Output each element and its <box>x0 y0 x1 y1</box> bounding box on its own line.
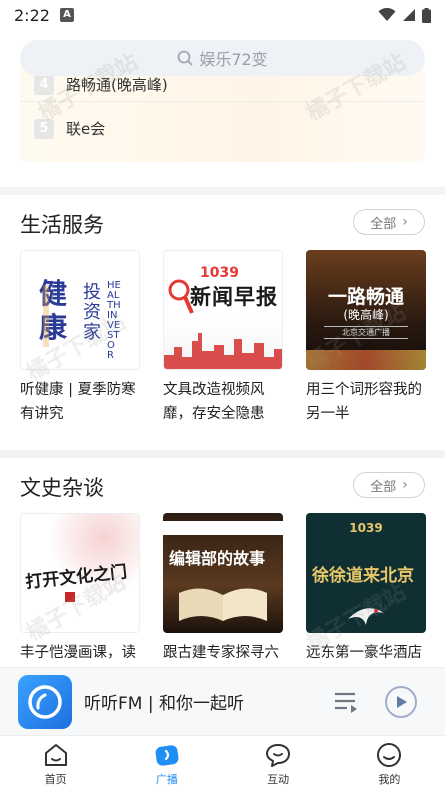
chevron-right-icon: › <box>402 214 408 230</box>
top-list-card: 4 路畅通(晚高峰) 5 联e会 <box>20 62 425 162</box>
notification-app-icon: A <box>59 8 74 22</box>
status-bar: 2:22 A <box>0 0 445 30</box>
cover-image: 1039 新闻早报 <box>163 250 283 370</box>
content-card[interactable]: 健康 投资家 HEALTH INVESTOR 听健康 | 夏季防寒有讲究 <box>20 250 140 426</box>
cover-subtext: 1039 <box>200 265 239 281</box>
city-skyline-icon <box>164 333 282 369</box>
content-card[interactable]: 1039 新闻早报 文具改造视频风靡，存安全隐患 <box>163 250 283 426</box>
cover-subtext: (晚高峰) <box>343 308 389 322</box>
cover-image: 编辑部的故事 <box>163 513 283 633</box>
cover-image: 1039 徐徐道来北京 <box>306 513 426 633</box>
more-button-label: 全部 <box>370 479 397 495</box>
cover-text: 一路畅通 <box>327 286 404 308</box>
now-playing-title: 听听FM | 和你一起听 <box>84 694 244 714</box>
list-item[interactable]: 4 路畅通(晚高峰) <box>34 74 168 95</box>
fm-logo-icon <box>28 684 62 719</box>
list-item[interactable]: 5 联e会 <box>34 118 105 139</box>
card-caption: 文具改造视频风靡，存安全隐患 <box>163 382 265 422</box>
wifi-icon <box>378 8 396 21</box>
content-card[interactable]: 编辑部的故事 跟古建专家探寻六 <box>163 513 283 669</box>
list-item-label: 路畅通(晚高峰) <box>66 76 168 94</box>
rank-badge: 4 <box>34 74 54 95</box>
cover-tag: 北京交通广播 <box>324 326 408 339</box>
chevron-right-icon: › <box>402 477 408 493</box>
cover-text: 打开文化之门 <box>24 562 129 593</box>
more-button-history[interactable]: 全部 › <box>353 472 425 498</box>
tab-interact[interactable]: 互动 <box>223 736 334 792</box>
broadcast-icon <box>155 745 179 766</box>
section-gap <box>0 450 445 458</box>
seal-stamp <box>65 592 75 602</box>
search-icon <box>178 50 193 66</box>
cover-header-strip <box>163 521 283 535</box>
cover-image: 打开文化之门 <box>20 513 140 633</box>
magnifier-icon <box>168 279 194 314</box>
cover-subtext: 1039 <box>349 521 383 535</box>
more-button-life[interactable]: 全部 › <box>353 209 425 235</box>
station-logo <box>18 674 72 729</box>
tab-broadcast[interactable]: 广播 <box>111 736 222 792</box>
chat-icon <box>266 744 291 767</box>
cover-image: 健康 投资家 HEALTH INVESTOR <box>20 250 140 370</box>
cover-text: 新闻早报 <box>190 285 278 309</box>
content-card[interactable]: 一路畅通 (晚高峰) 北京交通广播 用三个词形容我的另一半 <box>306 250 426 426</box>
signal-icon <box>403 9 415 21</box>
card-caption: 跟古建专家探寻六 <box>163 645 279 661</box>
content-card[interactable]: 1039 徐徐道来北京 远东第一豪华酒店 <box>306 513 426 669</box>
divider <box>20 101 425 102</box>
tab-home[interactable]: 首页 <box>0 736 111 792</box>
home-icon <box>44 744 67 766</box>
search-placeholder: 娱乐72变 <box>199 50 268 69</box>
tab-label: 广播 <box>155 773 178 786</box>
profile-icon <box>377 743 402 767</box>
playlist-icon[interactable] <box>333 689 359 715</box>
traffic-lights-decoration <box>306 350 426 370</box>
card-caption: 丰子恺漫画课，读 <box>20 645 136 661</box>
tab-label: 首页 <box>44 773 67 786</box>
section-title-life: 生活服务 <box>20 213 104 237</box>
rank-badge: 5 <box>34 118 54 139</box>
list-item-label: 联e会 <box>66 120 106 138</box>
play-button[interactable] <box>385 686 417 718</box>
section-title-history: 文史杂谈 <box>20 476 104 500</box>
card-caption: 用三个词形容我的另一半 <box>306 382 422 422</box>
content-card[interactable]: 打开文化之门 丰子恺漫画课，读 <box>20 513 140 669</box>
cover-text: 徐徐道来北京 <box>312 566 414 586</box>
cover-en-text: HEALTH INVESTOR <box>107 280 121 361</box>
card-caption: 远东第一豪华酒店 <box>306 645 422 661</box>
crane-bird-icon <box>348 608 384 625</box>
battery-icon <box>422 7 431 23</box>
tab-label: 我的 <box>378 773 401 786</box>
play-icon <box>397 696 407 708</box>
bottom-tab-bar: 首页 广播 互动 我的 <box>0 735 445 792</box>
section-gap <box>0 187 445 195</box>
cover-text: 编辑部的故事 <box>169 549 266 568</box>
tab-label: 互动 <box>267 773 290 786</box>
search-bar[interactable]: 娱乐72变 <box>20 40 425 76</box>
tab-profile[interactable]: 我的 <box>334 736 445 792</box>
status-time: 2:22 <box>14 5 50 25</box>
more-button-label: 全部 <box>370 216 397 232</box>
cover-subtext: 投资家 <box>83 282 101 343</box>
open-book-icon <box>179 588 267 621</box>
card-caption: 听健康 | 夏季防寒有讲究 <box>20 382 136 422</box>
cover-accent-bar <box>43 285 49 347</box>
cover-image: 一路畅通 (晚高峰) 北京交通广播 <box>306 250 426 370</box>
mini-player[interactable]: 听听FM | 和你一起听 <box>0 667 445 735</box>
